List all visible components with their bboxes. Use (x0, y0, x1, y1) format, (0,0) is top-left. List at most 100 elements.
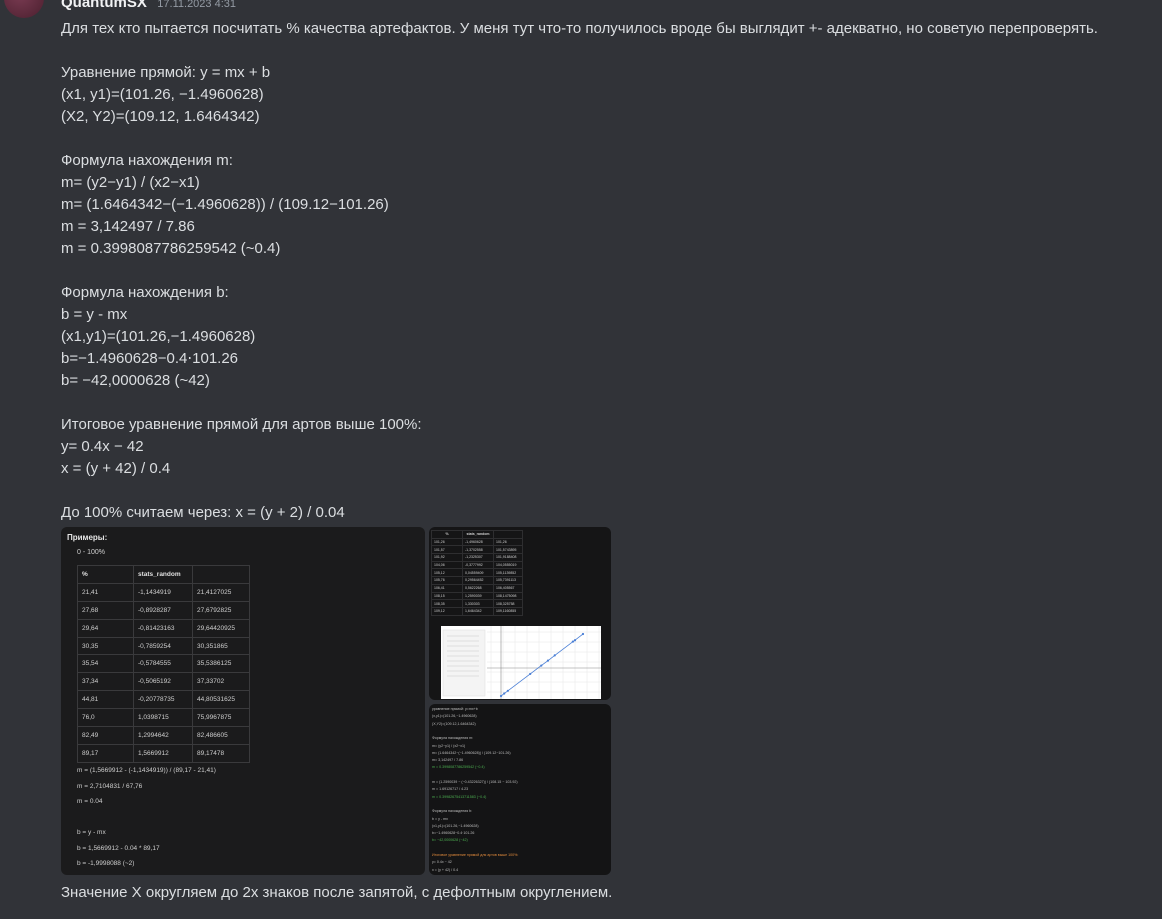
table-cell: 104,06 (431, 560, 463, 570)
table-cell: 44,80531625 (192, 690, 250, 710)
message-line: m = 3,142497 / 7.86 (61, 218, 195, 235)
table-cell: 0,29564452 (462, 576, 494, 585)
examples-range: 0 - 100% (77, 549, 106, 556)
username[interactable]: QuantumSX (61, 0, 147, 11)
table-cell: 37,33702 (192, 672, 250, 692)
message-content: Для тех кто пытается посчитать % качеств… (61, 18, 1151, 524)
table-cell: 108,1475098 (493, 591, 523, 601)
chart-side-panel (442, 629, 486, 697)
examples-title: Примеры: (67, 533, 108, 542)
table-cell: -1,4960628 (462, 537, 494, 547)
message-line: Итоговое уравнение прямой для артов выше… (61, 416, 422, 433)
attachment-image-table-chart[interactable]: % stats_random 101,26 -1,4960628 101,26 101,5… (429, 527, 611, 700)
table-cell: -0,81423163 (133, 618, 193, 638)
data-point (529, 672, 532, 676)
table-cell: 89,17478 (192, 743, 250, 763)
table-row: 44,81 -0,20778735 44,80531625 (77, 690, 250, 710)
table-cell: 1,2590039 (462, 591, 494, 601)
message-line: b= −42,0000628 (~42) (61, 372, 210, 389)
data-table: % stats_random 101,26 -1,4960628 101,26 101,5… (431, 530, 523, 616)
message-line: Формула нахождения m: (61, 152, 233, 169)
table-cell: 89,17 (77, 743, 134, 763)
table-header-cell: stats_random (462, 530, 494, 539)
table-cell: 29,64 (77, 618, 134, 638)
table-cell: 30,35 (77, 636, 134, 656)
table-cell: 44,81 (77, 690, 134, 710)
table-cell: 1,2994642 (133, 726, 193, 745)
message-line (61, 128, 1151, 150)
note-line: m = 1.69126717 / 4.23 (432, 787, 469, 792)
table-cell: 76,0 (77, 708, 134, 728)
table-cell: 1,330303 (462, 599, 494, 608)
data-point (540, 664, 543, 667)
note-line: m = (1.2590039 − (−0.43226327)) / (108.1… (432, 780, 518, 784)
message-line: m= (y2−y1) / (x2−x1) (61, 174, 200, 191)
message-header: QuantumSX 17.11.2023 4:31 (61, 0, 236, 16)
message-line (61, 260, 1151, 282)
table-header-cell (493, 530, 523, 539)
note-line: b= −42,0000628 (~42) (432, 838, 468, 843)
note-line: m= 3,142497 / 7.86 (432, 758, 464, 763)
table-cell: 0,5622268 (462, 583, 494, 593)
avatar[interactable] (4, 0, 44, 18)
note-line: m= (1.6464342−(−1.4960628)) / (109.12−10… (432, 750, 511, 755)
formula-line: b = 1,5669912 - 0.04 * 89,17 (77, 844, 160, 852)
table-header-cell (192, 565, 250, 584)
table-cell: -1,1434919 (133, 582, 193, 602)
table-cell: 35,5386125 (192, 654, 250, 674)
table-header-cell: % (77, 565, 134, 584)
table-header-cell: % (431, 530, 463, 539)
formula-line: m = 0.04 (77, 798, 103, 805)
formula-line: b = -1,9998088 (~2) (77, 860, 135, 867)
data-point (581, 632, 585, 636)
table-cell: 101,26 (493, 537, 523, 547)
message-line: Уравнение прямой: y = mx + b (61, 64, 271, 81)
attachment-image-examples[interactable]: Примеры: 0 - 100% % stats_random 21,41 -1,1… (61, 527, 425, 875)
table-cell: 108,35 (431, 599, 463, 608)
note-line: (x,y1)=(101.26,−1.4960628) (432, 714, 477, 719)
message-line: (x1, y1)=(101.26, −1.4960628) (61, 86, 264, 103)
note-line: x = (y + 42) / 0.4 (432, 867, 459, 872)
data-point (546, 659, 550, 662)
table-cell: -1,2325307 (462, 553, 494, 562)
table-cell: -0,7859254 (133, 636, 193, 656)
table-cell: 105,1139852 (493, 568, 523, 578)
timestamp: 17.11.2023 4:31 (157, 0, 236, 10)
message-line: (x1,y1)=(101.26,−1.4960628) (61, 328, 256, 345)
table-row: 37,34 -0,5065192 37,33702 (77, 672, 250, 692)
message-line: m= (1.6464342−(−1.4960628)) / (109.12−10… (61, 196, 389, 213)
table-cell: 101,9188408 (493, 553, 523, 562)
table-cell: 82,486605 (192, 726, 250, 745)
table-cell: 101,26 (431, 537, 463, 547)
table-cell: 1,5669912 (133, 743, 193, 763)
table-cell: -0,5065192 (133, 672, 193, 692)
table-cell: -0,20778735 (133, 690, 193, 710)
message-line: m = 0.3998087786259542 (~0.4) (61, 240, 281, 257)
table-cell: -0,8928287 (133, 600, 193, 620)
table-cell: 1,0398715 (133, 708, 193, 728)
table-row: 27,68 -0,8928287 27,6792825 (77, 600, 250, 620)
table-cell: 108,325758 (493, 599, 523, 608)
formula-line: m = (1,5669912 - (-1,1434919)) / (89,17 … (77, 767, 216, 774)
table-cell: 27,68 (77, 600, 134, 620)
note-line: m = 0.3998087786259542 (~0.4) (432, 765, 485, 770)
table-cell: 109,12 (431, 606, 463, 616)
table-cell: 1,6464342 (462, 606, 494, 616)
note-line: y= 0.4x − 42 (432, 860, 452, 865)
message-line: y= 0.4x − 42 (61, 438, 144, 455)
data-point (506, 689, 509, 692)
table-row: 105,12 0,04559409 105,1139852 (431, 568, 523, 578)
message-line: (X2, Y2)=(109.12, 1.6464342) (61, 108, 260, 125)
table-row: 76,0 1,0398715 75,9967875 (77, 708, 250, 728)
attachment-image-notes[interactable]: уравнение прямой: y=mx+b (x,y1)=(101.26,−… (429, 704, 611, 875)
table-header-cell: stats_random (133, 565, 193, 584)
table-cell: 105,12 (431, 568, 463, 578)
table-cell: 21,41 (77, 582, 134, 602)
note-line: b = y - mx (432, 816, 448, 821)
table-row: 101,92 -1,2325307 101,9188408 (431, 553, 523, 562)
table-cell: -0,3777992 (462, 560, 494, 570)
formula-line: m = 2,7104831 / 67,76 (77, 782, 143, 790)
message-line: b=−1.4960628−0.4⋅101.26 (61, 350, 239, 367)
table-row: 21,41 -1,1434919 21,4127025 (77, 582, 250, 602)
table-row: 101,26 -1,4960628 101,26 (431, 537, 523, 547)
